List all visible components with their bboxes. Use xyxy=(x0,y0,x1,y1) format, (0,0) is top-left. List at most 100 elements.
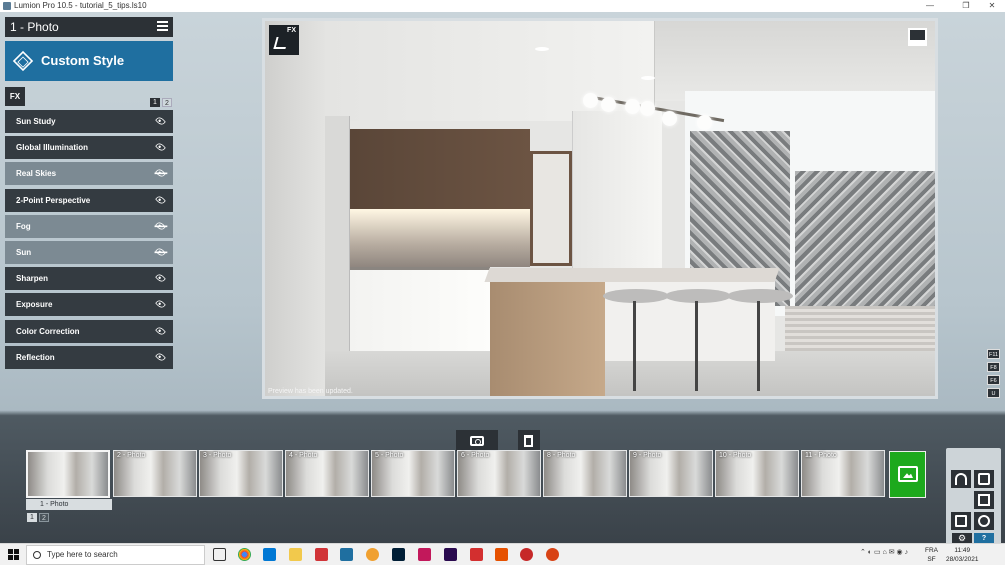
scene-bar-stool xyxy=(665,289,731,391)
eye-off-icon[interactable] xyxy=(155,246,166,258)
effect-sharpen[interactable]: Sharpen xyxy=(5,267,173,291)
maximize-button[interactable]: ❐ xyxy=(953,0,979,12)
photo-mode-button[interactable] xyxy=(974,470,994,488)
eye-icon[interactable] xyxy=(155,141,166,153)
image-icon xyxy=(898,466,918,482)
fx-toggle-button[interactable]: FX xyxy=(269,25,299,55)
scene-deck xyxy=(785,306,935,356)
effect-exposure[interactable]: Exposure xyxy=(5,293,173,317)
photo-title: 1 - Photo xyxy=(10,20,59,34)
effect-global-illumination[interactable]: Global Illumination xyxy=(5,136,173,160)
effect-color-correction[interactable]: Color Correction xyxy=(5,319,173,343)
scene-bulb xyxy=(697,115,712,130)
movie-mode-button[interactable] xyxy=(974,491,994,509)
window-title-bar: Lumion Pro 10.5 - tutorial_5_tips.ls10 —… xyxy=(0,0,1005,12)
app-icon[interactable] xyxy=(520,548,533,561)
eye-icon[interactable] xyxy=(155,298,166,310)
fx-tab[interactable]: FX xyxy=(5,87,25,106)
thumbs-page-1[interactable]: 1 xyxy=(27,513,37,522)
render-photo-button[interactable] xyxy=(889,451,926,498)
photo-thumb-6[interactable]: 6 - Photo xyxy=(457,450,541,497)
app-icon[interactable] xyxy=(418,548,431,561)
eye-icon[interactable] xyxy=(155,325,166,336)
render-viewport[interactable]: FX Preview has been updated. xyxy=(262,18,938,399)
window-title: Lumion Pro 10.5 - tutorial_5_tips.ls10 xyxy=(14,1,147,10)
eye-icon[interactable] xyxy=(155,272,166,284)
preview-status: Preview has been updated. xyxy=(268,388,353,395)
minimize-button[interactable]: — xyxy=(917,0,943,12)
effect-label: Fog xyxy=(16,221,31,231)
effects-page-1[interactable]: 1 xyxy=(150,98,160,107)
windows-taskbar: Type here to search ⌃ ◐ ▭ ⌂ ✉ ◉ ♪ FRA SF… xyxy=(0,543,1005,565)
chrome-icon[interactable] xyxy=(238,548,251,561)
custom-style-button[interactable]: Custom Style xyxy=(5,41,173,81)
custom-style-label: Custom Style xyxy=(41,53,125,68)
photoshop-icon[interactable] xyxy=(392,548,405,561)
photo-thumb-1[interactable] xyxy=(26,450,110,498)
photo-thumb-4[interactable]: 4 - Photo xyxy=(285,450,369,497)
effect-real-skies[interactable]: Real Skies xyxy=(5,162,173,186)
360-panorama-button[interactable] xyxy=(974,512,994,530)
photo-thumb-11[interactable]: 11 - Photo xyxy=(801,450,885,497)
effect-label: 2-Point Perspective xyxy=(16,195,91,205)
language-indicator[interactable]: FRA SF xyxy=(925,546,938,564)
app-icon[interactable] xyxy=(315,548,328,561)
eye-icon[interactable] xyxy=(155,351,166,363)
taskbar-search-input[interactable]: Type here to search xyxy=(26,545,205,565)
effect-sun-study[interactable]: Sun Study xyxy=(5,110,173,133)
layers-icon xyxy=(12,50,34,72)
effects-page-2[interactable]: 2 xyxy=(162,98,172,107)
thumb-label: 3 - Photo xyxy=(203,452,232,459)
effect-sun[interactable]: Sun xyxy=(5,240,173,264)
key-f11[interactable]: F11 xyxy=(987,349,1000,359)
app-icon[interactable] xyxy=(366,548,379,561)
key-f8[interactable]: F8 xyxy=(987,362,1000,372)
eye-off-icon[interactable] xyxy=(155,168,166,179)
premiere-icon[interactable] xyxy=(444,548,457,561)
person-icon xyxy=(273,37,289,49)
app-icon[interactable] xyxy=(340,548,353,561)
build-mode-button[interactable] xyxy=(951,470,971,488)
save-camera-view-button[interactable] xyxy=(456,430,498,451)
tray-icons[interactable]: ⌃ ◐ ▭ ⌂ ✉ ◉ ♪ xyxy=(860,548,908,556)
effect-reflection[interactable]: Reflection xyxy=(5,345,173,369)
autocad-icon[interactable] xyxy=(470,548,483,561)
lumion-taskbar-icon[interactable] xyxy=(546,548,559,561)
photo-thumb-3[interactable]: 3 - Photo xyxy=(199,450,283,497)
photo-thumb-10[interactable]: 10 - Photo xyxy=(715,450,799,497)
search-placeholder: Type here to search xyxy=(47,550,118,559)
windows-start-icon[interactable] xyxy=(8,549,19,560)
scene-bar-stool xyxy=(727,289,793,391)
aspect-ratio-icon[interactable] xyxy=(908,28,927,46)
scene-tall-cabinet xyxy=(572,111,662,281)
mode-panel xyxy=(946,448,1001,546)
eye-icon[interactable] xyxy=(155,115,166,127)
effect-fog[interactable]: Fog xyxy=(5,214,173,238)
file-explorer-icon[interactable] xyxy=(289,548,302,561)
scene-bar-stool xyxy=(603,289,669,391)
close-button[interactable]: ✕ xyxy=(979,0,1005,12)
scene-downlight xyxy=(535,47,549,51)
photo-thumb-5[interactable]: 5 - Photo xyxy=(371,450,455,497)
thumb-label: 8 - Photo xyxy=(547,452,576,459)
office-icon[interactable] xyxy=(495,548,508,561)
eye-off-icon[interactable] xyxy=(155,220,166,232)
task-view-icon[interactable] xyxy=(213,548,226,561)
delete-photo-button[interactable] xyxy=(518,430,540,451)
save-button[interactable] xyxy=(951,512,971,530)
taskbar-clock[interactable]: 11:49 28/03/2021 xyxy=(946,546,979,564)
photo-thumb-9[interactable]: 9 - Photo xyxy=(629,450,713,497)
thumbs-page-2[interactable]: 2 xyxy=(39,513,49,522)
key-f6[interactable]: F6 xyxy=(987,375,1000,385)
gear-icon: ⚙ xyxy=(957,533,967,543)
effect-2-point-perspective[interactable]: 2-Point Perspective xyxy=(5,188,173,212)
photo-thumb-8[interactable]: 8 - Photo xyxy=(543,450,627,497)
key-u[interactable]: U xyxy=(987,388,1000,398)
hamburger-menu-icon[interactable] xyxy=(157,21,168,32)
scene-wood-cabinets xyxy=(350,129,530,209)
photo-header: 1 - Photo xyxy=(5,17,173,37)
eye-icon[interactable] xyxy=(155,194,166,205)
photo-thumb-2[interactable]: 2 - Photo xyxy=(113,450,197,497)
clock-date: 28/03/2021 xyxy=(946,556,979,563)
mail-icon[interactable] xyxy=(263,548,276,561)
